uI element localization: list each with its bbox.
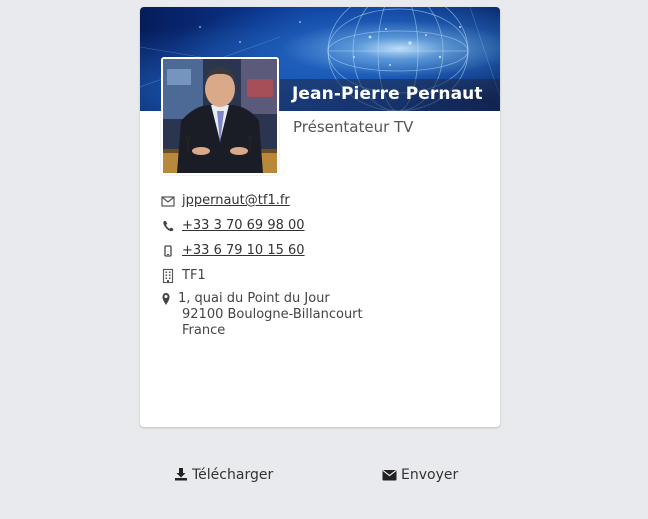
send-label: Envoyer bbox=[401, 467, 459, 483]
phone-link[interactable]: +33 3 70 69 98 00 bbox=[182, 218, 305, 233]
company-name: TF1 bbox=[182, 268, 206, 283]
address-line2: 92100 Boulogne-Billancourt bbox=[182, 307, 363, 322]
building-icon bbox=[161, 268, 175, 284]
envelope-icon bbox=[161, 193, 175, 209]
avatar bbox=[161, 57, 279, 175]
download-label: Télécharger bbox=[192, 467, 274, 483]
contact-job-title: Présentateur TV bbox=[293, 118, 414, 136]
envelope-solid-icon bbox=[382, 470, 397, 481]
address-line1: 1, quai du Point du Jour bbox=[178, 291, 330, 306]
address-line3: France bbox=[182, 323, 226, 338]
avatar-portrait bbox=[163, 59, 277, 173]
download-icon bbox=[175, 468, 187, 481]
contact-card: Jean-Pierre Pernaut Présentateur TV jppe… bbox=[140, 7, 500, 427]
download-button[interactable]: Télécharger bbox=[174, 467, 273, 483]
mobile-link[interactable]: +33 6 79 10 15 60 bbox=[182, 243, 305, 258]
email-link[interactable]: jppernaut@tf1.fr bbox=[182, 193, 290, 208]
mobile-icon bbox=[161, 243, 175, 259]
map-marker-icon bbox=[161, 291, 175, 307]
contact-name: Jean-Pierre Pernaut bbox=[292, 84, 483, 104]
address-block: 1, quai du Point du Jour 92100 Boulogne-… bbox=[178, 291, 363, 339]
phone-icon bbox=[161, 218, 175, 234]
send-button[interactable]: Envoyer bbox=[382, 467, 458, 483]
